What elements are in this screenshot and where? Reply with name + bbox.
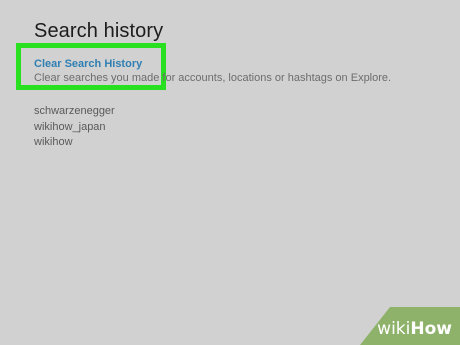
history-item[interactable]: wikihow (34, 135, 115, 151)
history-item[interactable]: schwarzenegger (34, 104, 115, 120)
search-history-list: schwarzenegger wikihow_japan wikihow (34, 104, 115, 151)
clear-search-description: Clear searches you made for accounts, lo… (34, 72, 392, 84)
page-title: Search history (34, 20, 164, 42)
clear-search-history-link[interactable]: Clear Search History (34, 58, 142, 70)
wikihow-watermark: wikiHow (360, 307, 460, 345)
search-history-page: Search history Clear Search History Clea… (0, 0, 460, 345)
wikihow-logo-text: wikiHow (377, 321, 452, 338)
history-item[interactable]: wikihow_japan (34, 120, 115, 136)
wikihow-logo-wiki: wiki (377, 319, 411, 339)
wikihow-logo-how: How (410, 319, 452, 339)
